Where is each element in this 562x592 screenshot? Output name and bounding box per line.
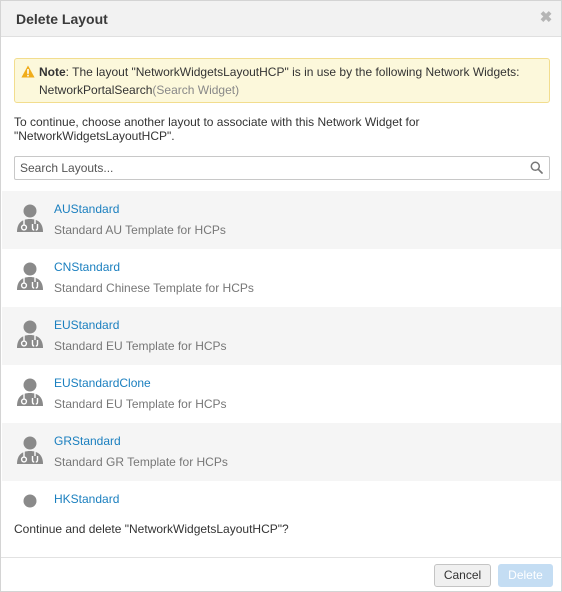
note-banner: Note: The layout "NetworkWidgetsLayoutHC… <box>14 58 550 103</box>
search-input[interactable] <box>15 157 525 179</box>
layout-list: AUStandard Standard AU Template for HCPs C… <box>2 191 561 509</box>
search-box <box>14 156 550 180</box>
layout-name-link[interactable]: EUStandard <box>54 318 119 332</box>
hcp-avatar-icon <box>15 261 45 291</box>
widget-name: NetworkPortalSearch <box>39 83 153 97</box>
layout-name-link[interactable]: EUStandardClone <box>54 376 151 390</box>
layout-list-item[interactable]: EUStandard Standard EU Template for HCPs <box>2 307 561 365</box>
dialog-title: Delete Layout <box>16 11 108 27</box>
hcp-avatar-icon <box>15 493 45 509</box>
layout-name-link[interactable]: AUStandard <box>54 202 119 216</box>
layout-list-item[interactable]: GRStandard Standard GR Template for HCPs <box>2 423 561 481</box>
layout-name-link[interactable]: HKStandard <box>54 492 119 506</box>
hcp-avatar-icon <box>15 377 45 407</box>
hcp-avatar-icon <box>15 319 45 349</box>
layout-description: Standard GR Template for HCPs <box>54 455 228 469</box>
layout-description: Standard AU Template for HCPs <box>54 223 226 237</box>
instruction-text: To continue, choose another layout to as… <box>14 115 420 143</box>
delete-layout-dialog: Delete Layout ✖ Note: The layout "Networ… <box>0 0 562 592</box>
note-text: : The layout "NetworkWidgetsLayoutHCP" i… <box>65 65 520 79</box>
layout-list-item[interactable]: EUStandardClone Standard EU Template for … <box>2 365 561 423</box>
note-widget: NetworkPortalSearch(Search Widget) <box>39 83 239 97</box>
dialog-footer: Cancel Delete <box>1 557 561 591</box>
layout-list-item[interactable]: HKStandard <box>2 481 561 509</box>
layout-list-item[interactable]: AUStandard Standard AU Template for HCPs <box>2 191 561 249</box>
cancel-button[interactable]: Cancel <box>434 564 491 587</box>
confirm-text: Continue and delete "NetworkWidgetsLayou… <box>14 522 289 536</box>
note-label: Note <box>39 65 66 79</box>
widget-type: (Search Widget) <box>152 83 240 97</box>
dialog-header: Delete Layout ✖ <box>1 1 561 37</box>
layout-name-link[interactable]: CNStandard <box>54 260 120 274</box>
close-icon[interactable]: ✖ <box>539 10 553 26</box>
hcp-avatar-icon <box>15 203 45 233</box>
layout-description: Standard Chinese Template for HCPs <box>54 281 254 295</box>
search-icon[interactable] <box>530 161 543 174</box>
layout-name-link[interactable]: GRStandard <box>54 434 121 448</box>
note-message: Note: The layout "NetworkWidgetsLayoutHC… <box>39 65 520 79</box>
layout-description: Standard EU Template for HCPs <box>54 339 227 353</box>
layout-description: Standard EU Template for HCPs <box>54 397 227 411</box>
hcp-avatar-icon <box>15 435 45 465</box>
layout-list-item[interactable]: CNStandard Standard Chinese Template for … <box>2 249 561 307</box>
delete-button[interactable]: Delete <box>498 564 553 587</box>
warning-icon <box>21 65 35 78</box>
